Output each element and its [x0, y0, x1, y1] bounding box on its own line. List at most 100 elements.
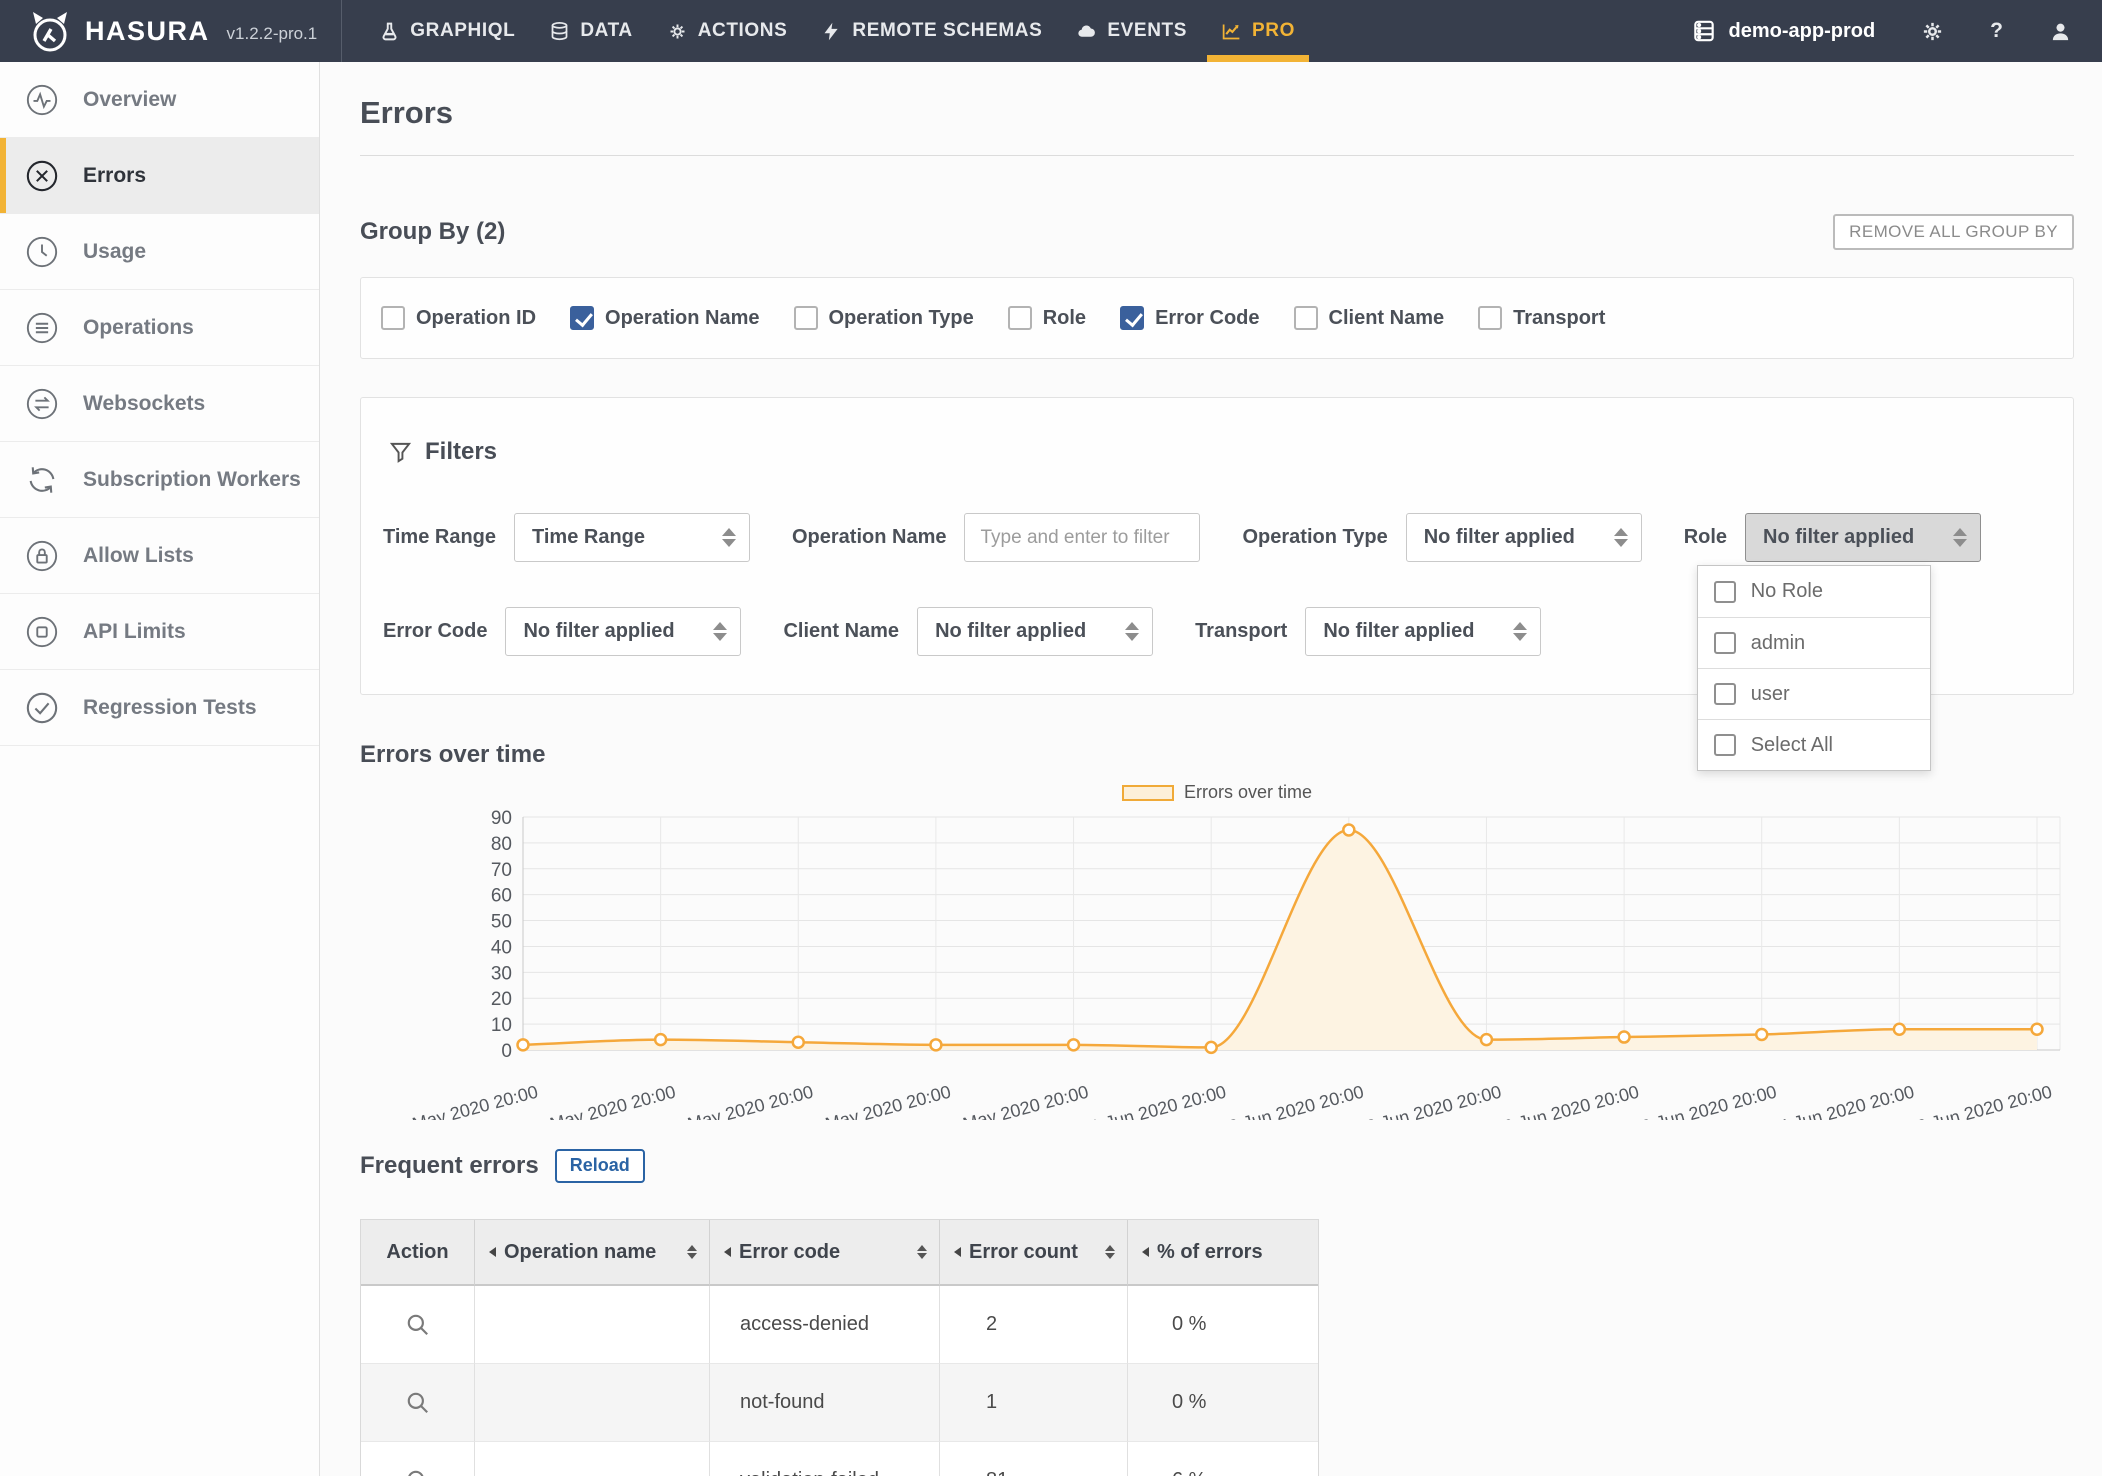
chevron-updown-icon: [713, 622, 727, 641]
remove-all-group-by-button[interactable]: REMOVE ALL GROUP BY: [1833, 214, 2074, 250]
role-option-admin[interactable]: admin: [1698, 617, 1930, 668]
cell-operation-name: [475, 1286, 710, 1364]
nav-item-pro[interactable]: PRO: [1204, 0, 1312, 62]
row-inspect-button[interactable]: [361, 1286, 475, 1364]
role-select[interactable]: No filter applied: [1745, 513, 1981, 562]
groupby-option-operation-name[interactable]: Operation Name: [570, 306, 759, 330]
checkbox[interactable]: [794, 306, 818, 330]
sidebar-item-allow-lists[interactable]: Allow Lists: [0, 518, 319, 594]
role-dropdown-menu: No Role admin user Select All: [1697, 565, 1931, 771]
flask-icon: [379, 21, 400, 42]
collapse-icon[interactable]: [954, 1247, 961, 1257]
nav-item-label: REMOTE SCHEMAS: [852, 20, 1042, 42]
filters-panel: Filters Time Range Time Range Operation …: [360, 397, 2074, 695]
svg-text:60: 60: [491, 886, 512, 907]
groupby-option-operation-type[interactable]: Operation Type: [794, 306, 974, 330]
svg-text:08 Jun 2020 20:00: 08 Jun 2020 20:00: [1354, 1082, 1503, 1120]
role-option-select-all[interactable]: Select All: [1698, 719, 1930, 770]
sort-icon[interactable]: [1105, 1245, 1115, 1259]
account-button[interactable]: [2049, 20, 2072, 43]
sidebar-item-api-limits[interactable]: API Limits: [0, 594, 319, 670]
sidebar-item-errors[interactable]: Errors: [0, 138, 319, 214]
row-inspect-button[interactable]: [361, 1364, 475, 1442]
sidebar-item-operations[interactable]: Operations: [0, 290, 319, 366]
groupby-option-role[interactable]: Role: [1008, 306, 1086, 330]
search-icon: [405, 1390, 431, 1416]
checkbox[interactable]: [1714, 734, 1736, 756]
sort-icon[interactable]: [687, 1245, 697, 1259]
groupby-option-operation-id[interactable]: Operation ID: [381, 306, 536, 330]
client-name-select[interactable]: No filter applied: [917, 607, 1153, 656]
checkbox[interactable]: [1714, 683, 1736, 705]
transport-select[interactable]: No filter applied: [1305, 607, 1541, 656]
legend-label: Errors over time: [1184, 782, 1312, 803]
nav-item-label: DATA: [580, 20, 632, 42]
transport-label: Transport: [1195, 620, 1287, 643]
cloud-icon: [1076, 21, 1097, 42]
project-selector[interactable]: demo-app-prod: [1691, 18, 1876, 44]
column-header-error-code[interactable]: Error code: [710, 1220, 940, 1286]
sidebar-item-label: Operations: [83, 316, 194, 340]
sidebar-item-overview[interactable]: Overview: [0, 62, 319, 138]
nav-item-events[interactable]: EVENTS: [1059, 0, 1204, 62]
sidebar-item-usage[interactable]: Usage: [0, 214, 319, 290]
groupby-option-transport[interactable]: Transport: [1478, 306, 1605, 330]
collapse-icon[interactable]: [724, 1247, 731, 1257]
nav-item-label: EVENTS: [1107, 20, 1187, 42]
checkbox[interactable]: [1120, 306, 1144, 330]
nav-item-remote-schemas[interactable]: REMOTE SCHEMAS: [804, 0, 1059, 62]
sort-icon[interactable]: [917, 1245, 927, 1259]
operation-type-select[interactable]: No filter applied: [1406, 513, 1642, 562]
sidebar-item-websockets[interactable]: Websockets: [0, 366, 319, 442]
svg-text:80: 80: [491, 834, 512, 855]
search-icon: [405, 1312, 431, 1338]
main-content: Errors Group By (2) REMOVE ALL GROUP BY …: [320, 62, 2102, 1476]
sidebar-item-regression-tests[interactable]: Regression Tests: [0, 670, 319, 746]
checkbox[interactable]: [570, 306, 594, 330]
arrows-exchange-icon: [25, 387, 59, 421]
checkbox[interactable]: [1478, 306, 1502, 330]
top-navbar: HASURA v1.2.2-pro.1 GRAPHIQL DATA ACTIO: [0, 0, 2102, 62]
nav-item-data[interactable]: DATA: [532, 0, 649, 62]
column-header-pct-of-errors[interactable]: % of errors: [1128, 1220, 1318, 1286]
title-divider: [360, 155, 2074, 156]
checkbox[interactable]: [381, 306, 405, 330]
lock-icon: [25, 539, 59, 573]
nav-item-graphiql[interactable]: GRAPHIQL: [362, 0, 532, 62]
collapse-icon[interactable]: [1142, 1247, 1149, 1257]
frequent-errors-heading: Frequent errors: [360, 1152, 539, 1180]
groupby-option-client-name[interactable]: Client Name: [1294, 306, 1445, 330]
groupby-option-error-code[interactable]: Error Code: [1120, 306, 1259, 330]
nav-item-actions[interactable]: ACTIONS: [650, 0, 805, 62]
svg-text:10: 10: [491, 1015, 512, 1036]
time-range-select[interactable]: Time Range: [514, 513, 750, 562]
checkbox[interactable]: [1714, 581, 1736, 603]
question-mark-icon: ?: [1990, 19, 2003, 43]
column-header-action: Action: [361, 1220, 475, 1286]
error-code-select[interactable]: No filter applied: [505, 607, 741, 656]
sidebar-item-label: Regression Tests: [83, 696, 257, 720]
pulse-icon: [25, 83, 59, 117]
settings-button[interactable]: [1921, 20, 1944, 43]
cell-error-code: access-denied: [710, 1286, 940, 1364]
navbar-right: demo-app-prod ?: [1691, 0, 2102, 62]
operation-name-input[interactable]: [964, 513, 1200, 562]
reload-button[interactable]: Reload: [555, 1149, 645, 1183]
checkbox[interactable]: [1008, 306, 1032, 330]
help-button[interactable]: ?: [1990, 19, 2003, 43]
column-header-error-count[interactable]: Error count: [940, 1220, 1128, 1286]
role-option-no-role[interactable]: No Role: [1698, 566, 1930, 617]
cell-pct-of-errors: 0 %: [1128, 1364, 1318, 1442]
row-inspect-button[interactable]: [361, 1442, 475, 1476]
sidebar-item-subscription-workers[interactable]: Subscription Workers: [0, 442, 319, 518]
checkbox[interactable]: [1294, 306, 1318, 330]
bolt-icon: [821, 21, 842, 42]
role-option-user[interactable]: user: [1698, 668, 1930, 719]
column-header-operation-name[interactable]: Operation name: [475, 1220, 710, 1286]
time-range-label: Time Range: [383, 526, 496, 549]
collapse-icon[interactable]: [489, 1247, 496, 1257]
brand-block[interactable]: HASURA v1.2.2-pro.1: [0, 0, 341, 62]
checkbox[interactable]: [1714, 632, 1736, 654]
database-icon: [549, 21, 570, 42]
nav-item-label: ACTIONS: [698, 20, 788, 42]
